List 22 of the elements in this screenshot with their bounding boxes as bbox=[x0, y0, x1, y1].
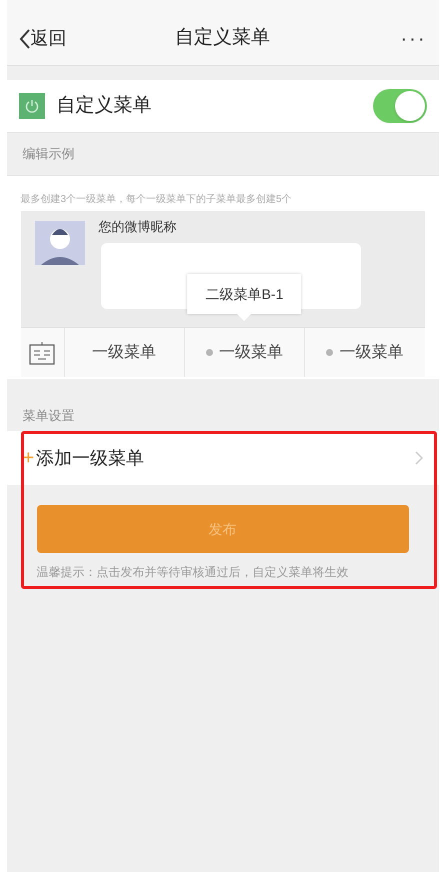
toggle-switch[interactable] bbox=[372, 89, 426, 123]
section-header: 编辑示例 bbox=[22, 145, 74, 164]
submenu-popup[interactable]: 二级菜单B-1 bbox=[188, 274, 302, 314]
toggle-label: 自定义菜单 bbox=[56, 94, 152, 118]
plus-icon: + bbox=[22, 443, 34, 473]
menu-tab[interactable]: 一级菜单 bbox=[206, 340, 283, 364]
keyboard-icon[interactable] bbox=[29, 340, 55, 364]
hint-text: 最多创建3个一级菜单，每个一级菜单下的子菜单最多创建5个 bbox=[20, 192, 293, 207]
chevron-icon bbox=[414, 451, 422, 465]
menu-tab[interactable]: 一级菜单 bbox=[92, 340, 156, 364]
back-button[interactable]: 返回 bbox=[18, 25, 66, 52]
nickname: 您的微博昵称 bbox=[98, 218, 176, 236]
more-button[interactable]: ··· bbox=[400, 24, 426, 54]
popup-pointer-icon bbox=[237, 314, 252, 321]
tip-text: 温馨提示：点击发布并等待审核通过后，自定义菜单将生效 bbox=[36, 564, 350, 581]
power-icon bbox=[18, 93, 44, 119]
avatar-icon bbox=[34, 221, 84, 265]
add-menu-row[interactable]: +添加一级菜单 bbox=[6, 431, 438, 485]
section-header: 菜单设置 bbox=[22, 407, 74, 426]
back-icon bbox=[18, 28, 30, 50]
page-title: 自定义菜单 bbox=[175, 26, 270, 50]
menu-tab[interactable]: 一级菜单 bbox=[326, 340, 404, 364]
